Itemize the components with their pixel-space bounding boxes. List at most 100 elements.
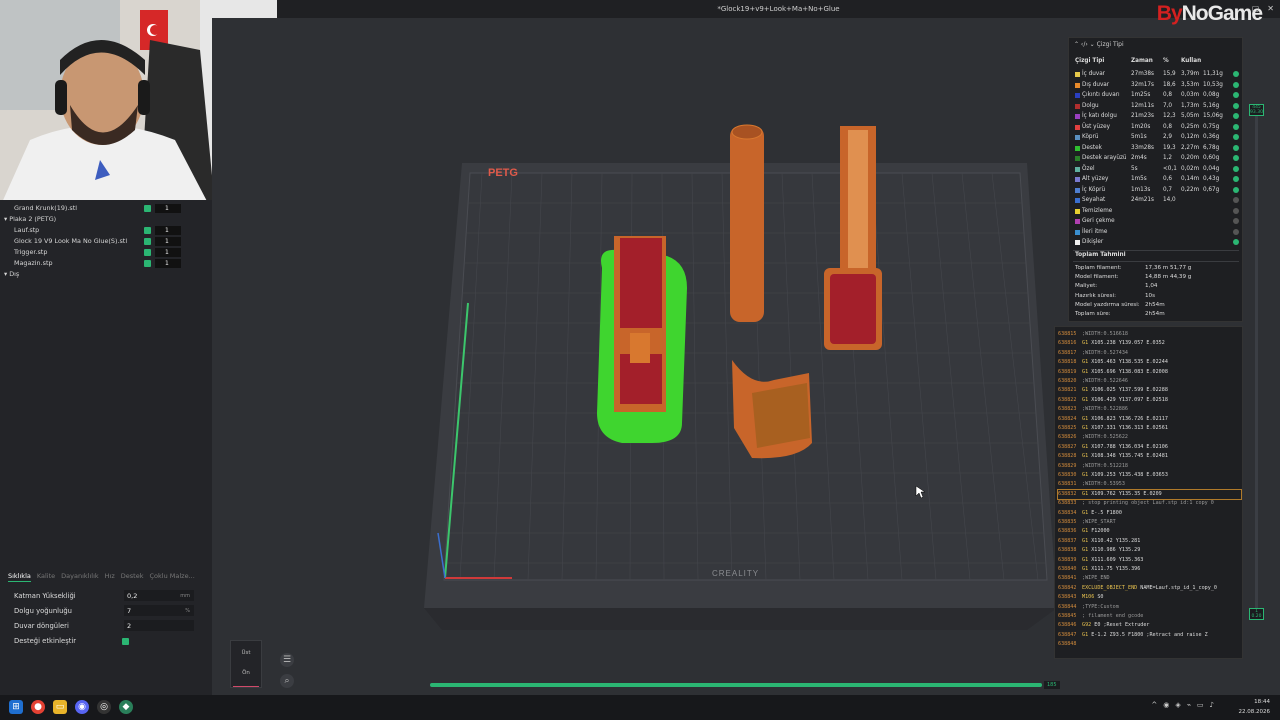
eye-icon[interactable] [1233,102,1239,109]
gcode-line[interactable]: 638819 G1 X105.696 Y138.083 E.02008 [1058,368,1241,377]
setting-input[interactable]: 7% [124,605,194,616]
gcode-line[interactable]: 638830 G1 X109.253 Y135.438 E.03653 [1058,471,1241,480]
gcode-line[interactable]: 638823 ;WIDTH:0.522886 [1058,405,1241,414]
gcode-line[interactable]: 638817 ;WIDTH:0.527434 [1058,349,1241,358]
tree-object[interactable]: Grand Krunk(19).stl 1 [0,203,212,214]
gcode-line[interactable]: 638820 ;WIDTH:0.522646 [1058,377,1241,386]
settings-tab[interactable]: Dayanıklılık [61,570,99,582]
setting-input[interactable]: 2 [124,620,194,631]
setting-input[interactable]: 0,2 mm [124,590,194,601]
eye-icon[interactable] [1233,92,1239,98]
obs-icon[interactable]: ◎ [97,700,111,714]
copies-count[interactable]: 1 [155,259,181,268]
layer-bottom-handle[interactable]: 1 0.20 [1249,608,1264,620]
gcode-line[interactable]: 638832 G1 X109.762 Y135.35 E.0209 [1057,488,1242,501]
eye-icon[interactable] [1233,228,1239,235]
gcode-line[interactable]: 638843 M106 S0 [1058,593,1241,602]
visible-checkbox[interactable] [144,238,151,245]
eye-icon[interactable] [1233,71,1239,77]
eye-icon[interactable] [1233,186,1239,193]
eye-icon[interactable] [1233,113,1239,119]
settings-tab[interactable]: Çoklu Malze... [149,570,194,582]
gcode-line[interactable]: 638828 G1 X108.348 Y135.745 E.02481 [1058,452,1241,461]
gcode-line[interactable]: 638847 G1 E-1.2 Z93.5 F1800 ;Retract and … [1058,631,1241,640]
folder-icon[interactable]: ▭ [53,700,67,714]
window-controls[interactable]: – ▢ ✕ [1240,0,1274,18]
close-button[interactable]: ✕ [1267,0,1274,18]
gcode-line[interactable]: 638818 G1 X105.463 Y138.535 E.02244 [1058,358,1241,367]
gcode-line[interactable]: 638824 G1 X106.823 Y136.726 E.02117 [1058,415,1241,424]
gcode-line[interactable]: 638816 G1 X105.238 Y139.057 E.0352 [1058,339,1241,348]
eye-icon[interactable] [1233,218,1239,224]
move-slider[interactable] [430,683,1042,687]
copies-count[interactable]: 1 [155,237,181,246]
setting-checkbox[interactable] [122,638,129,645]
visible-checkbox[interactable] [144,205,151,212]
gcode-line[interactable]: 638834 G1 E-.5 F1800 [1058,509,1241,518]
gcode-line[interactable]: 638846 G92 E0 ;Reset Extruder [1058,621,1241,630]
gcode-viewer[interactable]: 638815 ;WIDTH:0.516618 638816 G1 X105.238 Y… [1054,326,1243,659]
gcode-line[interactable]: 638829 ;WIDTH:0.512218 [1058,462,1241,471]
view-front-label[interactable]: Ön [231,670,261,676]
settings-tab[interactable]: Destek [121,570,144,582]
eye-icon[interactable] [1233,134,1239,140]
gcode-line[interactable]: 638826 ;WIDTH:0.525622 [1058,433,1241,442]
minimize-button[interactable]: – [1240,0,1244,18]
gcode-line[interactable]: 638848 [1058,640,1241,649]
legend-header-icons[interactable]: ⌃ ‹/› ⌄ Çizgi Tipi [1074,41,1124,48]
tree-object[interactable]: Magazin.stp 1 [0,258,212,269]
gcode-line[interactable]: 638842 EXCLUDE_OBJECT_END NAME=Lauf.stp_i… [1058,584,1241,593]
eye-icon[interactable] [1233,197,1239,203]
settings-tab[interactable]: Sıklıkla [8,570,31,582]
legend-dropdown-label[interactable]: Çizgi Tipi [1097,41,1124,48]
copies-count[interactable]: 1 [155,226,181,235]
eye-icon[interactable] [1233,165,1239,172]
settings-tab[interactable]: Kalite [37,570,55,582]
start-icon[interactable]: ⊞ [9,700,23,714]
eye-icon[interactable] [1233,144,1239,151]
gcode-line[interactable]: 638835 ;WIPE_START [1058,518,1241,527]
eye-icon[interactable] [1233,155,1239,161]
clock[interactable]: 18:44 22.08.2026 [1239,697,1271,717]
view-cube[interactable]: Üst Ön [230,640,262,688]
gcode-line[interactable]: 638840 G1 X111.75 Y135.396 [1058,565,1241,574]
tree-object[interactable]: Glock 19 V9 Look Ma No Glue(S).stl 1 [0,236,212,247]
gcode-line[interactable]: 638845 ; filament end gcode [1058,612,1241,621]
search-icon[interactable]: ⌕ [280,674,294,688]
chrome-icon[interactable]: ● [31,700,45,714]
copies-count[interactable]: 1 [155,204,181,213]
gcode-line[interactable]: 638838 G1 X110.986 Y135.29 [1058,546,1241,555]
gcode-line[interactable]: 638827 G1 X107.788 Y136.034 E.02106 [1058,443,1241,452]
gcode-line[interactable]: 638822 G1 X106.429 Y137.097 E.02518 [1058,396,1241,405]
eye-icon[interactable] [1233,81,1239,88]
eye-icon[interactable] [1233,123,1239,130]
tree-group[interactable]: ▾ Plaka 2 (PETG) [0,214,212,225]
tree-object[interactable]: Trigger.stp 1 [0,247,212,258]
visible-checkbox[interactable] [144,227,151,234]
gcode-line[interactable]: 638836 G1 F12000 [1058,527,1241,536]
eye-icon[interactable] [1233,239,1239,245]
gcode-line[interactable]: 638831 ;WIDTH:0.53953 [1058,480,1241,489]
visible-checkbox[interactable] [144,249,151,256]
maximize-button[interactable]: ▢ [1252,0,1260,18]
view-top-label[interactable]: Üst [231,650,261,656]
discord-icon[interactable]: ◉ [75,700,89,714]
visible-checkbox[interactable] [144,260,151,267]
gcode-line[interactable]: 638844 ;TYPE:Custom [1058,603,1241,612]
slicer-icon[interactable]: ◆ [119,700,133,714]
gcode-line[interactable]: 638841 ;WIPE_END [1058,574,1241,583]
eye-icon[interactable] [1233,207,1239,214]
layer-top-handle[interactable]: 445 93.30 [1249,104,1264,116]
gcode-line[interactable]: 638815 ;WIDTH:0.516618 [1058,330,1241,339]
gcode-line[interactable]: 638821 G1 X106.025 Y137.599 E.02288 [1058,386,1241,395]
menu-icon[interactable]: ☰ [280,653,294,667]
tree-object[interactable]: Lauf.stp 1 [0,225,212,236]
gcode-line[interactable]: 638825 G1 X107.331 Y136.313 E.02561 [1058,424,1241,433]
eye-icon[interactable] [1233,176,1239,182]
tree-group[interactable]: ▾ Dış [0,269,212,280]
gcode-line[interactable]: 638833 ; stop printing object Lauf.stp id… [1058,499,1241,508]
gcode-line[interactable]: 638839 G1 X111.609 Y135.363 [1058,556,1241,565]
layer-slider[interactable]: 445 93.30 1 0.20 [1249,104,1264,620]
tray-icons[interactable]: ^◉◈⌁▭♪ [1151,701,1220,709]
gcode-line[interactable]: 638837 G1 X110.42 Y135.281 [1058,537,1241,546]
